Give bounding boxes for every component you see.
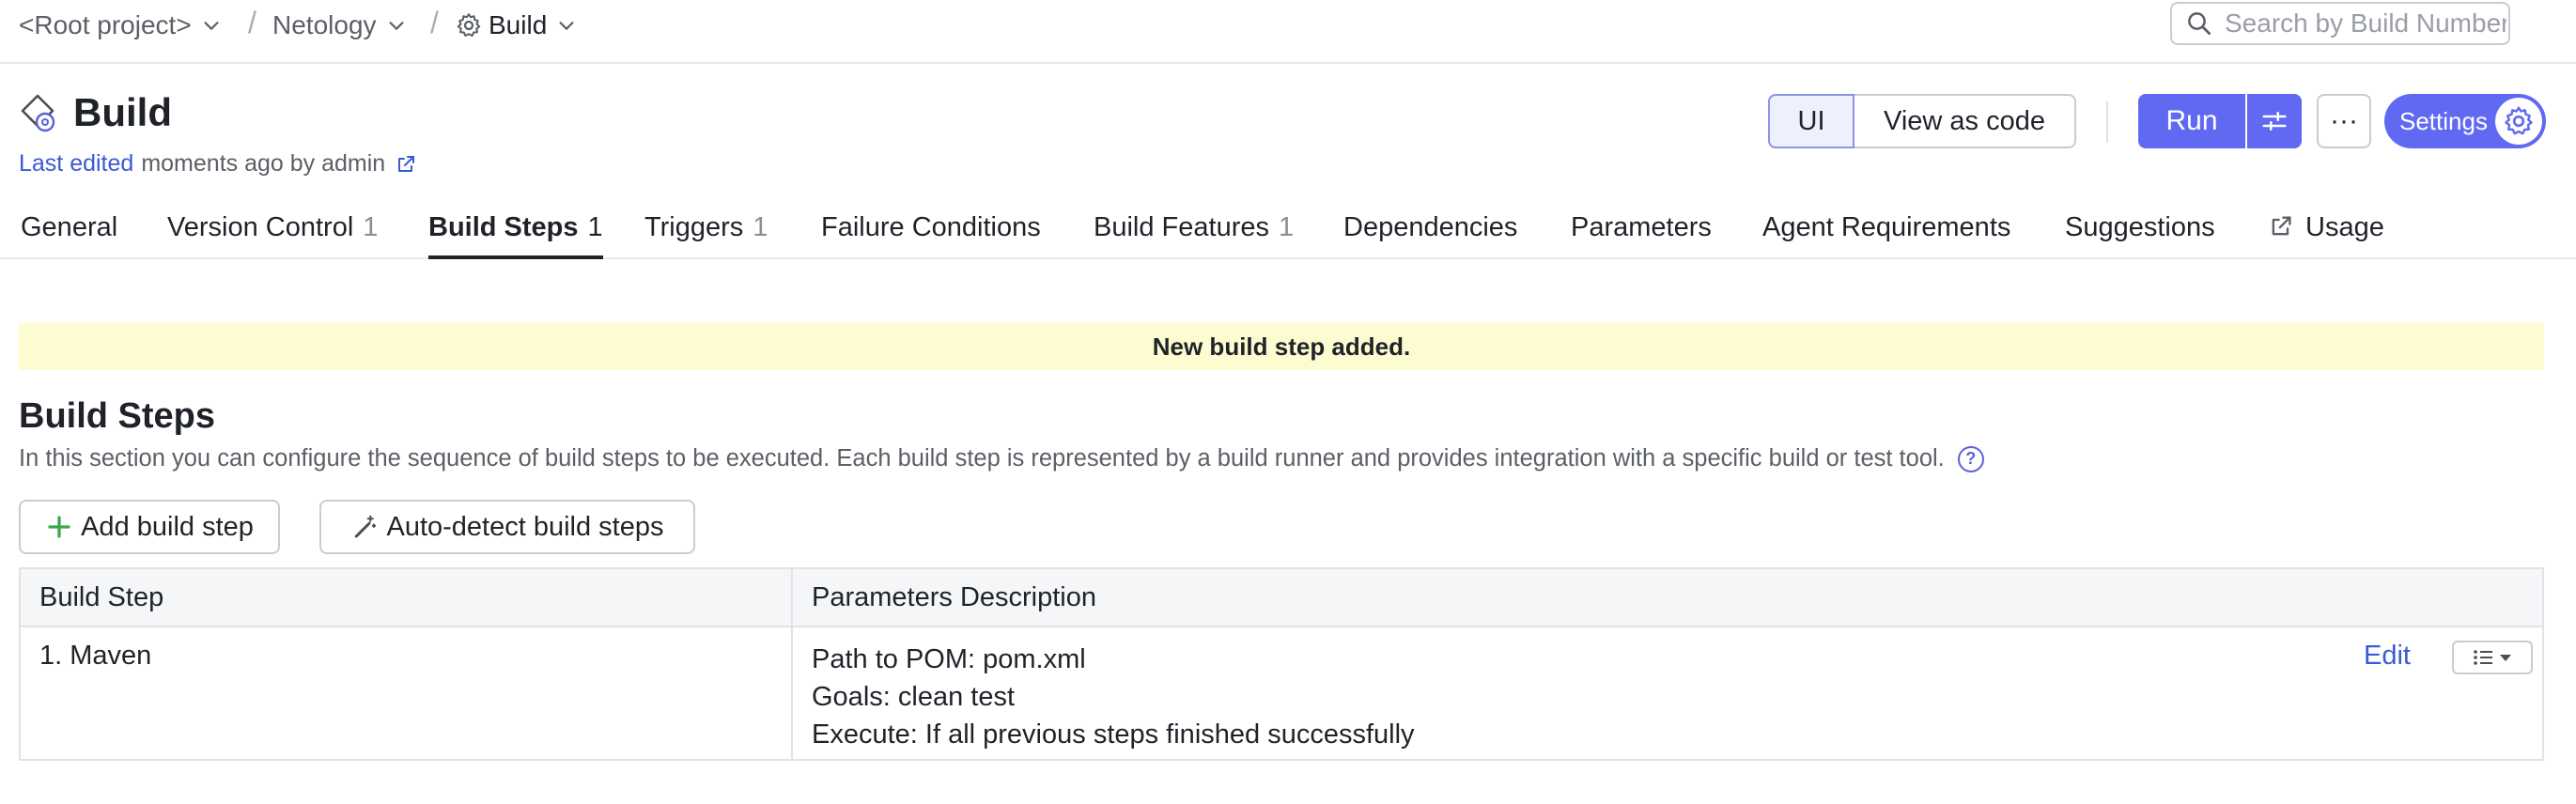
tab-label: Parameters bbox=[1571, 212, 1712, 242]
tab-label: Usage bbox=[2305, 212, 2384, 242]
page-header: Build bbox=[19, 90, 172, 135]
breadcrumb-root[interactable]: <Root project> bbox=[19, 8, 222, 43]
tab-label: Failure Conditions bbox=[821, 212, 1041, 242]
chevron-down-icon bbox=[559, 22, 574, 30]
search-icon bbox=[2188, 12, 2211, 35]
tab-suggestions[interactable]: Suggestions bbox=[2065, 212, 2215, 259]
add-build-step-label: Add build step bbox=[81, 511, 254, 542]
settings-label: Settings bbox=[2399, 106, 2488, 135]
step-actions-menu[interactable] bbox=[2452, 641, 2533, 674]
search-box bbox=[2170, 2, 2510, 45]
settings-button[interactable]: Settings bbox=[2384, 94, 2546, 148]
tab-label: Suggestions bbox=[2065, 212, 2215, 242]
add-build-step-button[interactable]: Add build step bbox=[19, 500, 280, 554]
tab-label: Dependencies bbox=[1343, 212, 1518, 242]
breadcrumb-project-label: Netology bbox=[272, 10, 377, 39]
sliders-icon bbox=[2262, 112, 2287, 131]
tab-label: Build Steps bbox=[428, 212, 579, 242]
breadcrumb-project[interactable]: Netology bbox=[272, 8, 407, 43]
table-header: Build Step Parameters Description bbox=[21, 569, 2542, 627]
view-as-code-button[interactable]: View as code bbox=[1854, 94, 2076, 148]
build-step-name[interactable]: 1. Maven bbox=[39, 641, 151, 672]
view-mode-toggle: UI View as code bbox=[1768, 94, 2076, 148]
gear-icon bbox=[2495, 98, 2542, 145]
success-banner: New build step added. bbox=[19, 323, 2544, 370]
build-configuration-icon bbox=[21, 94, 55, 132]
run-custom-build-button[interactable] bbox=[2247, 94, 2302, 148]
plus-icon bbox=[48, 516, 70, 538]
tab-count: 1 bbox=[753, 212, 768, 242]
section-title: Build Steps bbox=[19, 396, 216, 436]
gear-icon bbox=[457, 13, 481, 37]
column-divider bbox=[791, 569, 793, 759]
auto-detect-build-steps-button[interactable]: Auto-detect build steps bbox=[319, 500, 695, 554]
more-actions-button[interactable]: ··· bbox=[2317, 94, 2371, 148]
param-line: Path to POM: pom.xml bbox=[812, 644, 1086, 674]
section-description: In this section you can configure the se… bbox=[19, 445, 1984, 472]
tab-count: 1 bbox=[1279, 212, 1295, 242]
search-input[interactable] bbox=[2225, 8, 2506, 39]
tab-label: Agent Requirements bbox=[1762, 212, 2011, 242]
breadcrumb-root-label: <Root project> bbox=[19, 10, 192, 39]
tab-parameters[interactable]: Parameters bbox=[1571, 212, 1712, 259]
tab-build-features[interactable]: Build Features 1 bbox=[1094, 212, 1294, 259]
tab-count: 1 bbox=[363, 212, 379, 242]
param-line: Goals: clean test bbox=[812, 682, 1015, 712]
build-steps-table: Build Step Parameters Description 1. Mav… bbox=[19, 567, 2544, 761]
settings-tabs: General Version Control 1 Build Steps 1 Tr… bbox=[0, 205, 2576, 259]
list-dropdown-icon bbox=[2474, 650, 2511, 665]
external-link-icon bbox=[2272, 216, 2291, 236]
tab-count: 1 bbox=[587, 212, 603, 242]
tab-agent-requirements[interactable]: Agent Requirements bbox=[1762, 212, 2010, 259]
column-header-build-step: Build Step bbox=[39, 582, 164, 612]
chevron-down-icon bbox=[204, 22, 219, 30]
run-button[interactable]: Run bbox=[2138, 94, 2245, 148]
breadcrumb-config[interactable]: Build bbox=[455, 8, 577, 43]
breadcrumb-config-label: Build bbox=[489, 10, 548, 39]
tab-build-steps[interactable]: Build Steps 1 bbox=[428, 212, 603, 259]
tab-label: Build Features bbox=[1094, 212, 1269, 242]
magic-wand-icon bbox=[355, 515, 377, 538]
tab-triggers[interactable]: Triggers 1 bbox=[644, 212, 768, 259]
param-line: Execute: If all previous steps finished … bbox=[812, 719, 1415, 750]
last-edited-info: Last edited moments ago by admin bbox=[19, 150, 417, 178]
external-link-icon[interactable] bbox=[395, 153, 417, 176]
last-edited-text: moments ago by admin bbox=[141, 150, 386, 177]
tab-usage[interactable]: Usage bbox=[2268, 212, 2384, 259]
parameters-description: Path to POM: pom.xml Goals: clean test E… bbox=[812, 641, 1415, 753]
breadcrumb-separator: / bbox=[430, 6, 439, 39]
chevron-down-icon bbox=[388, 22, 404, 30]
toolbar-divider bbox=[2106, 101, 2108, 143]
ui-mode-button[interactable]: UI bbox=[1768, 94, 1854, 148]
page-title: Build bbox=[73, 90, 172, 134]
auto-detect-label: Auto-detect build steps bbox=[386, 511, 664, 542]
tab-version-control[interactable]: Version Control 1 bbox=[167, 212, 378, 259]
tab-label: Triggers bbox=[644, 212, 744, 242]
breadcrumb-separator: / bbox=[248, 6, 256, 39]
tab-dependencies[interactable]: Dependencies bbox=[1343, 212, 1517, 259]
edit-step-link[interactable]: Edit bbox=[2364, 641, 2411, 672]
section-description-text: In this section you can configure the se… bbox=[19, 445, 1945, 472]
tab-failure-conditions[interactable]: Failure Conditions bbox=[821, 212, 1041, 259]
column-header-parameters: Parameters Description bbox=[812, 582, 1096, 612]
last-edited-link[interactable]: Last edited bbox=[19, 150, 133, 178]
tab-label: Version Control bbox=[167, 212, 354, 242]
tab-label: General bbox=[21, 212, 118, 242]
tab-general[interactable]: General bbox=[21, 212, 117, 259]
top-bar: <Root project> / Netology / Build bbox=[0, 0, 2576, 64]
help-icon[interactable]: ? bbox=[1957, 445, 1984, 472]
